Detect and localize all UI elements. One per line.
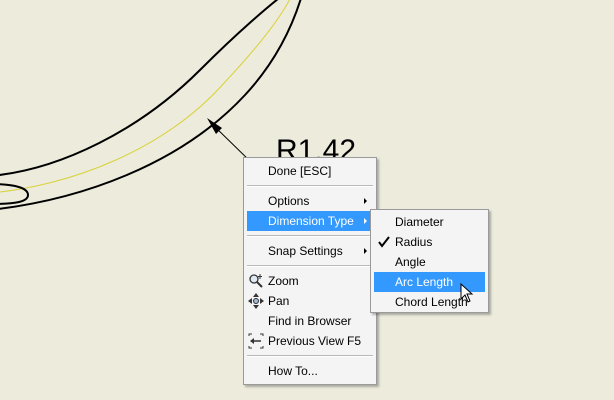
arc-length-label: Arc Length (395, 275, 454, 289)
previous-view-label: Previous View (268, 334, 344, 348)
find-in-browser-label: Find in Browser (268, 314, 352, 328)
done-label: Done [ESC] (268, 164, 332, 178)
mouse-cursor-icon (460, 282, 474, 303)
snap-settings-label: Snap Settings (268, 244, 343, 258)
options-label: Options (268, 194, 310, 208)
angle-label: Angle (395, 255, 426, 269)
submenu-arrow-icon (364, 198, 367, 204)
submenu-arrow-icon (364, 248, 367, 254)
zoom-label: Zoom (268, 274, 299, 288)
checkmark-icon (376, 234, 392, 250)
chord-length-label: Chord Length (395, 295, 468, 309)
options-menu-item[interactable]: Options (247, 191, 373, 211)
find-in-browser-menu-item[interactable]: Find in Browser (247, 311, 373, 331)
menu-separator (247, 185, 373, 187)
slot-end (0, 183, 30, 205)
pan-menu-item[interactable]: Pan (247, 291, 373, 311)
diameter-menu-item[interactable]: Diameter (374, 212, 485, 232)
previous-view-menu-item[interactable]: Previous View F5 (247, 331, 373, 351)
submenu-arrow-icon (364, 218, 367, 224)
angle-menu-item[interactable]: Angle (374, 252, 485, 272)
dimension-type-label: Dimension Type (268, 214, 354, 228)
pan-icon (248, 293, 264, 309)
outer-arc (0, 0, 279, 176)
zoom-icon (248, 273, 264, 289)
previous-view-icon (248, 333, 264, 349)
how-to-label: How To... (268, 364, 318, 378)
dimension-type-menu-item[interactable]: Dimension Type (247, 211, 373, 231)
diameter-label: Diameter (395, 215, 444, 229)
menu-separator (247, 265, 373, 267)
snap-settings-menu-item[interactable]: Snap Settings (247, 241, 373, 261)
pan-label: Pan (268, 294, 290, 308)
menu-separator (247, 235, 373, 237)
radius-label: Radius (395, 235, 433, 249)
zoom-menu-item[interactable]: Zoom (247, 271, 373, 291)
menu-separator (247, 355, 373, 357)
context-menu: Done [ESC] Options Dimension Type Snap S… (243, 157, 377, 385)
radius-menu-item[interactable]: Radius (374, 232, 485, 252)
how-to-menu-item[interactable]: How To... (247, 361, 373, 381)
done-menu-item[interactable]: Done [ESC] (247, 161, 373, 181)
previous-view-shortcut: F5 (347, 334, 362, 348)
